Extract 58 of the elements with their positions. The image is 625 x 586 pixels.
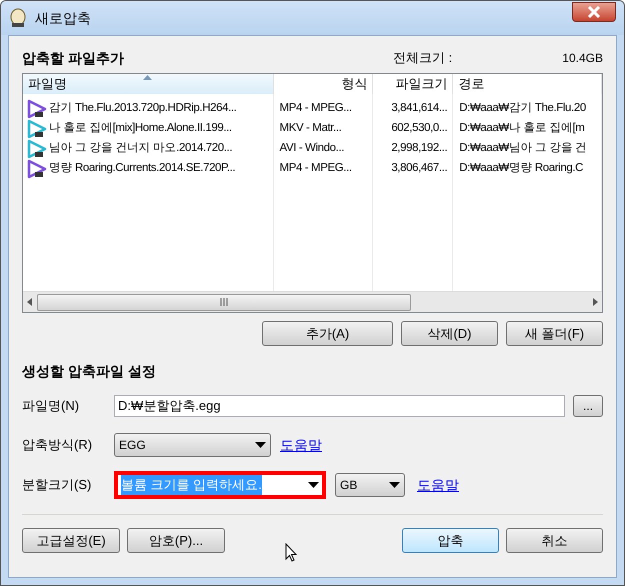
help-link[interactable]: 도움말 [280,434,322,456]
table-cell-text: D:₩aaa₩님아 그 강을 건 [459,141,587,156]
field-label: 분할크기(S) [22,476,92,494]
column-header[interactable]: 파일크기 [373,74,454,94]
table-cell-text: 3,806,467... [391,161,448,176]
table-cell-text: 3,841,614... [391,101,448,116]
section-title: 압축할 파일추가 [22,48,124,68]
dropdown-value: EGG [119,437,146,454]
table-cell-text: 2,998,192... [391,141,448,156]
close-button[interactable] [572,2,616,22]
egg-icon [9,8,27,28]
column-header[interactable]: 경로 [453,74,602,94]
table-cell-text: D:₩aaa₩감기 The.Flu.20 [459,101,586,116]
column-header[interactable]: 파일명 [23,74,274,94]
dialog-button[interactable]: 암호(P)... [127,528,225,553]
field-label: 파일명(N) [22,397,80,416]
table-cell-text: MP4 - MPEG... [280,101,352,116]
list-button[interactable]: 삭제(D) [401,321,498,346]
combobox-value: 볼륨 크기를 입력하세요. [121,475,262,495]
total-size-label: 전체크기 : [393,49,452,68]
dropdown-caret-icon [389,482,400,488]
table-cell-text: 나 홀로 집에[mix]Home.Alone.II.199... [49,121,232,136]
dialog-button[interactable]: 압축 [402,528,499,553]
table-cell-text: MP4 - MPEG... [280,161,352,176]
close-icon [587,6,601,18]
sort-arrow-icon [143,75,152,80]
field-label: 압축방식(R) [22,436,94,454]
window-title: 새로압축 [35,8,91,28]
filename-field[interactable]: D:₩분할압축.egg [114,395,566,417]
table-cell-text: MKV - Matr... [280,121,342,136]
list-button[interactable]: 추가(A) [262,321,393,346]
table-cell-text: D:₩aaa₩나 홀로 집에[m [459,121,584,136]
scroll-right-icon [590,297,600,307]
scroll-left-icon [25,297,35,307]
dropdown-value: GB [340,477,358,494]
method-dropdown[interactable]: EGG [114,433,271,457]
section-title: 생성할 압축파일 설정 [22,362,157,381]
table-cell-text: 님아 그 강을 건너지 마오.2014.720... [49,141,232,156]
unit-dropdown[interactable]: GB [335,473,405,497]
total-size-value: 10.4GB [562,50,603,67]
file-list[interactable] [22,73,603,313]
dropdown-caret-icon [308,482,319,488]
dropdown-caret-icon [255,442,266,448]
help-link[interactable]: 도움말 [417,474,459,496]
list-button[interactable]: 새 폴더(F) [506,321,603,346]
table-cell-text: 602,530,0... [391,121,448,136]
column-header[interactable]: 형식 [274,74,374,94]
table-cell-text: D:₩aaa₩명량 Roaring.C [459,161,584,176]
horizontal-scrollbar[interactable] [23,291,602,312]
table-cell-text: 명량 Roaring.Currents.2014.SE.720P... [49,161,236,176]
table-cell-text: 감기 The.Flu.2013.720p.HDRip.H264... [49,101,236,116]
dialog-button[interactable]: 고급설정(E) [22,528,120,553]
mouse-cursor-icon [285,543,298,563]
browse-button[interactable]: ... [573,395,603,417]
table-cell-text: AVI - Windo... [280,141,344,156]
grip-icon [219,298,229,306]
dialog-button[interactable]: 취소 [506,528,603,553]
scrollbar-thumb[interactable] [37,294,411,310]
